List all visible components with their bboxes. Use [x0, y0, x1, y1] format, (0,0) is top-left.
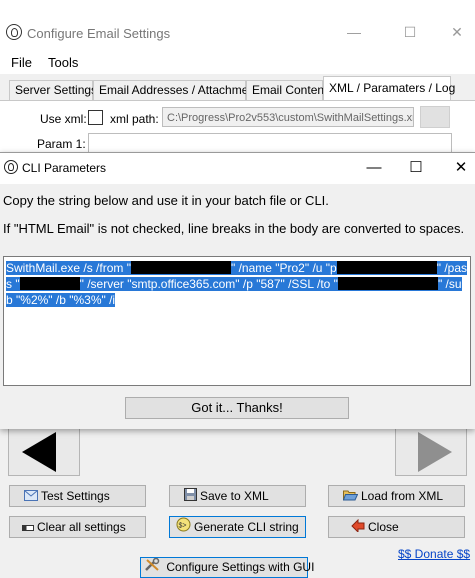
cli-segment: " /name "Pro2" /u "p	[230, 261, 337, 275]
svg-text:$>: $>	[179, 523, 187, 530]
main-window-title: Configure Email Settings	[27, 26, 171, 41]
menu-file[interactable]: File	[11, 55, 32, 70]
tools-icon	[145, 557, 163, 574]
dialog-maximize-icon[interactable]: ☐	[404, 158, 428, 178]
dialog-close-icon[interactable]: ✕	[449, 158, 473, 178]
menu-tools[interactable]: Tools	[48, 55, 78, 70]
test-settings-label: Test Settings	[41, 489, 110, 503]
configure-gui-button[interactable]: Configure Settings with GUI	[140, 557, 314, 578]
redacted-block	[337, 277, 438, 290]
use-xml-label: Use xml:	[40, 112, 87, 126]
clear-all-button[interactable]: Clear all settings	[9, 516, 146, 538]
dialog-minimize-icon[interactable]: —	[362, 158, 386, 178]
code-gear-icon: $>	[176, 517, 191, 538]
close-button[interactable]: Close	[328, 516, 465, 538]
close-icon[interactable]: ✕	[446, 22, 468, 42]
xml-path-label: xml path:	[110, 112, 159, 126]
close-label: Close	[368, 520, 399, 534]
clear-all-label: Clear all settings	[37, 520, 126, 534]
redacted-block	[336, 261, 437, 274]
save-icon	[184, 487, 197, 507]
generate-cli-button[interactable]: $> Generate CLI string	[169, 516, 306, 538]
tab-email-content[interactable]: Email Content	[246, 80, 327, 100]
cli-string-selection: SwithMail.exe /s /from " " /name "Pro2" /…	[6, 261, 468, 307]
instruction-text: Copy the string below and use it in your…	[3, 193, 329, 208]
app-icon	[6, 24, 22, 40]
donate-link[interactable]: $$ Donate $$	[398, 547, 470, 561]
cli-segment: " /server "smtp.office365.com" /p "587" …	[79, 277, 338, 291]
got-it-button[interactable]: Got it... Thanks!	[125, 397, 349, 419]
minimize-icon[interactable]: —	[343, 22, 365, 42]
use-xml-checkbox[interactable]	[88, 110, 103, 125]
generate-cli-label: Generate CLI string	[194, 520, 299, 534]
tab-server-settings[interactable]: Server Settings	[9, 80, 97, 100]
maximize-icon[interactable]: ☐	[399, 22, 421, 42]
save-to-xml-button[interactable]: Save to XML	[169, 485, 306, 507]
exit-icon	[351, 518, 365, 538]
dialog-title: CLI Parameters	[22, 161, 107, 175]
eraser-icon	[22, 518, 34, 538]
redacted-block	[130, 261, 231, 274]
folder-open-icon	[342, 487, 359, 507]
arrow-left-icon	[22, 432, 56, 472]
app-icon	[4, 160, 18, 174]
redacted-block	[19, 277, 80, 290]
browse-button[interactable]	[420, 106, 450, 128]
tab-xml-parameters-log[interactable]: XML / Paramaters / Log	[323, 76, 455, 100]
arrow-right-icon	[418, 432, 452, 472]
load-from-xml-label: Load from XML	[361, 489, 444, 503]
line-break-note: If "HTML Email" is not checked, line bre…	[3, 221, 465, 236]
xml-path-field[interactable]: C:\Progress\Pro2v553\custom\SwithMailSet…	[162, 107, 414, 127]
configure-gui-label: Configure Settings with GUI	[166, 560, 315, 574]
test-settings-button[interactable]: Test Settings	[9, 485, 146, 507]
cli-segment: SwithMail.exe /s /from "	[6, 261, 131, 275]
tab-email-addresses[interactable]: Email Addresses / Attachment	[93, 80, 258, 100]
cli-string-textarea[interactable]: SwithMail.exe /s /from " " /name "Pro2" /…	[3, 256, 471, 386]
load-from-xml-button[interactable]: Load from XML	[328, 485, 465, 507]
param1-label: Param 1:	[37, 137, 86, 151]
envelope-icon	[24, 487, 38, 507]
save-to-xml-label: Save to XML	[200, 489, 269, 503]
